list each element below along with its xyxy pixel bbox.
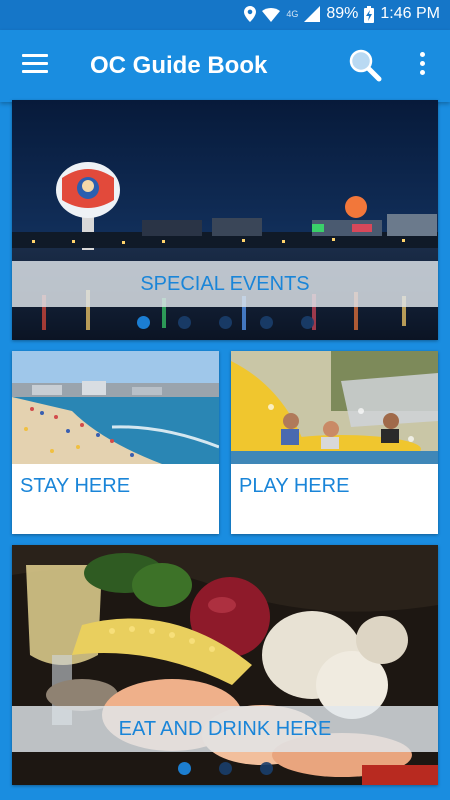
special-events-banner[interactable]: SPECIAL EVENTS bbox=[12, 100, 438, 340]
eat-and-drink-label: EAT AND DRINK HERE bbox=[12, 706, 438, 752]
special-events-label: SPECIAL EVENTS bbox=[12, 261, 438, 307]
app-bar: OC Guide Book bbox=[0, 30, 450, 102]
battery-percent: 89% bbox=[326, 5, 359, 22]
pager-dot[interactable] bbox=[177, 762, 191, 775]
beach-image bbox=[12, 351, 219, 464]
stay-here-label: STAY HERE bbox=[20, 475, 131, 497]
play-here-label: PLAY HERE bbox=[239, 475, 350, 497]
signal-icon bbox=[304, 6, 321, 22]
location-icon bbox=[244, 6, 257, 22]
play-here-card[interactable]: PLAY HERE bbox=[231, 351, 438, 534]
pager-dot[interactable] bbox=[300, 316, 314, 329]
status-icons: 4G 89% 1:46 PM bbox=[244, 5, 440, 23]
pager-dot[interactable] bbox=[259, 762, 273, 775]
battery-charging-icon bbox=[364, 5, 375, 23]
eat-and-drink-banner[interactable]: EAT AND DRINK HERE bbox=[12, 545, 438, 785]
banner-pager-dots bbox=[12, 316, 438, 329]
more-vert-icon[interactable] bbox=[414, 52, 430, 80]
clock: 1:46 PM bbox=[380, 5, 440, 22]
waterpark-image bbox=[231, 351, 438, 464]
pager-dot[interactable] bbox=[177, 316, 191, 329]
stay-here-card[interactable]: STAY HERE bbox=[12, 351, 219, 534]
pager-dot[interactable] bbox=[218, 762, 232, 775]
eat-pager-dots bbox=[12, 762, 438, 775]
network-type: 4G bbox=[286, 9, 299, 19]
app-title: OC Guide Book bbox=[90, 52, 268, 79]
pager-dot[interactable] bbox=[136, 316, 150, 329]
status-bar: 4G 89% 1:46 PM bbox=[0, 0, 450, 30]
pager-dot[interactable] bbox=[259, 316, 273, 329]
pager-dot[interactable] bbox=[218, 316, 232, 329]
wifi-calling-icon bbox=[262, 8, 281, 22]
hamburger-menu-icon[interactable] bbox=[22, 54, 48, 76]
search-icon[interactable] bbox=[348, 48, 382, 82]
